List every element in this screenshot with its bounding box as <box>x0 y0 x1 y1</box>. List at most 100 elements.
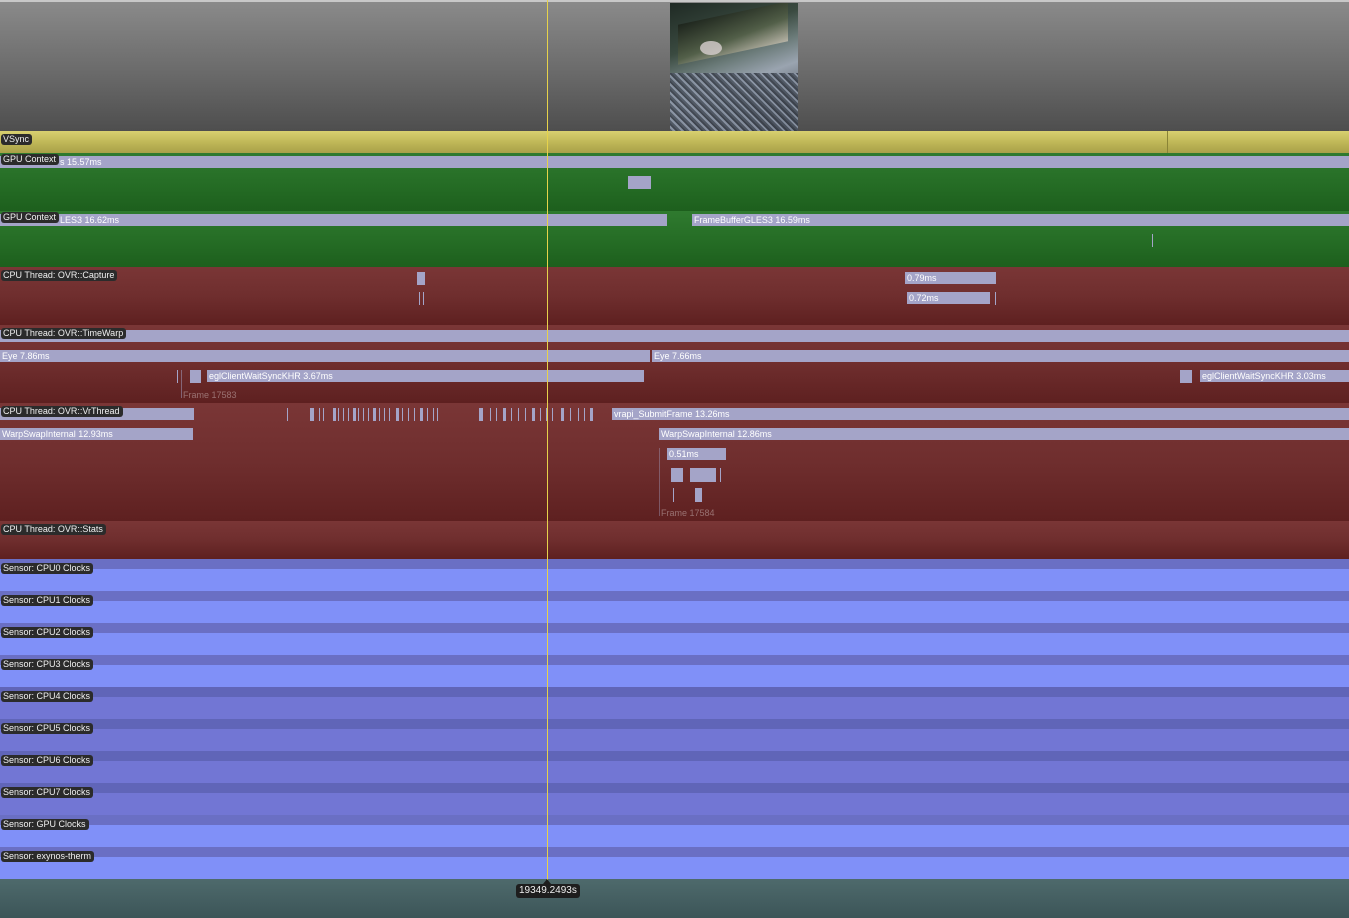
cpu-capture-lane: CPU Thread: OVR::Capture 0.79ms 0.72ms <box>0 267 1349 325</box>
sensor-label[interactable]: Sensor: CPU3 Clocks <box>1 659 94 670</box>
capture-event-small[interactable] <box>417 272 425 285</box>
vrthread-event-tick[interactable] <box>578 408 579 421</box>
vrthread-event-tick[interactable] <box>353 408 356 421</box>
vrthread-event-tick[interactable] <box>511 408 512 421</box>
frame-thumbnail[interactable] <box>670 3 798 131</box>
vrthread-event-tick[interactable] <box>437 408 438 421</box>
sub-event-small[interactable] <box>671 468 683 482</box>
cpu-stats-lane: CPU Thread: OVR::Stats <box>0 521 1349 559</box>
egl-wait-bar-2[interactable]: eglClientWaitSyncKHR 3.03ms <box>1200 370 1349 382</box>
vsync-tick <box>1167 131 1168 153</box>
vrthread-event-tick[interactable] <box>518 408 519 421</box>
sensor-lane: Sensor: CPU0 Clocks <box>0 559 1349 591</box>
vsync-lane: VSync <box>0 131 1349 153</box>
vrthread-event-tick[interactable] <box>408 408 409 421</box>
sub-event-small[interactable] <box>695 488 702 502</box>
vrthread-event-tick[interactable] <box>338 408 339 421</box>
gpu-context-label-1[interactable]: GPU Context <box>1 154 60 165</box>
vrthread-event-tick[interactable] <box>373 408 376 421</box>
cpu-capture-label[interactable]: CPU Thread: OVR::Capture <box>1 270 118 281</box>
sub-event-bar[interactable]: 0.51ms <box>667 448 726 460</box>
vrthread-event-tick[interactable] <box>313 408 314 421</box>
sensor-label[interactable]: Sensor: CPU6 Clocks <box>1 755 94 766</box>
egl-wait-bar-1[interactable]: eglClientWaitSyncKHR 3.67ms <box>207 370 644 382</box>
vrthread-event-tick[interactable] <box>348 408 349 421</box>
sensor-label[interactable]: Sensor: CPU2 Clocks <box>1 627 94 638</box>
timewarp-bar[interactable] <box>0 330 1349 342</box>
sensor-lane: Sensor: CPU3 Clocks <box>0 655 1349 687</box>
vrthread-event-tick[interactable] <box>287 408 288 421</box>
vrthread-event-tick[interactable] <box>368 408 369 421</box>
vrthread-event-tick[interactable] <box>414 408 415 421</box>
vrthread-event-tick[interactable] <box>496 408 497 421</box>
sensor-label[interactable]: Sensor: exynos-therm <box>1 851 95 862</box>
vrthread-event-tick[interactable] <box>379 408 380 421</box>
timeline-ruler[interactable] <box>0 879 1349 918</box>
vrthread-event-tick[interactable] <box>343 408 344 421</box>
warp-swap-bar-1[interactable]: WarpSwapInternal 12.93ms <box>0 428 193 440</box>
vrthread-event-tick[interactable] <box>420 408 423 421</box>
sensor-lane: Sensor: CPU7 Clocks <box>0 783 1349 815</box>
vrthread-event-tick[interactable] <box>333 408 336 421</box>
gpu-event-bar[interactable]: s 15.57ms <box>0 156 1349 168</box>
vrthread-event-tick[interactable] <box>482 408 483 421</box>
sub-event-tick <box>720 468 721 482</box>
vrthread-event-tick[interactable] <box>532 408 535 421</box>
sensor-label[interactable]: Sensor: CPU5 Clocks <box>1 723 94 734</box>
vrthread-event-tick[interactable] <box>540 408 541 421</box>
submit-frame-bar[interactable]: vrapi_SubmitFrame 13.26ms <box>612 408 1349 420</box>
vrthread-event-tick[interactable] <box>590 408 593 421</box>
gpu-context-lane-1: s 15.57ms GPU Context <box>0 153 1349 211</box>
screenshot-strip <box>0 0 1349 131</box>
vrthread-event-tick[interactable] <box>427 408 428 421</box>
eye-bar-1[interactable]: Eye 7.86ms <box>0 350 650 362</box>
vsync-label[interactable]: VSync <box>1 134 33 145</box>
vrthread-event-tick[interactable] <box>319 408 320 421</box>
capture-tick <box>995 292 996 305</box>
capture-event-bar-2[interactable]: 0.72ms <box>907 292 990 304</box>
cpu-vrthread-lane: CPU Thread: OVR::VrThread vrapi_SubmitFr… <box>0 403 1349 521</box>
vrthread-event-tick[interactable] <box>389 408 390 421</box>
vrthread-event-tick[interactable] <box>561 408 564 421</box>
vrthread-event-tick[interactable] <box>503 408 506 421</box>
vrthread-event-tick[interactable] <box>525 408 526 421</box>
vrthread-event-tick[interactable] <box>570 408 571 421</box>
sensor-lane: Sensor: CPU1 Clocks <box>0 591 1349 623</box>
capture-event-bar-1[interactable]: 0.79ms <box>905 272 996 284</box>
sensor-label[interactable]: Sensor: CPU7 Clocks <box>1 787 94 798</box>
vrthread-event-tick[interactable] <box>384 408 385 421</box>
warp-swap-bar-2[interactable]: WarpSwapInternal 12.86ms <box>659 428 1349 440</box>
vrthread-event-tick[interactable] <box>433 408 434 421</box>
sub-event-tick <box>673 488 674 502</box>
timewarp-small-event[interactable] <box>190 370 201 383</box>
timewarp-small-event[interactable] <box>1180 370 1192 383</box>
vrthread-event-tick[interactable] <box>552 408 553 421</box>
frame-label-17583: Frame 17583 <box>183 390 237 400</box>
vrthread-event-tick[interactable] <box>584 408 585 421</box>
sensor-label[interactable]: Sensor: CPU1 Clocks <box>1 595 94 606</box>
vrthread-event-tick[interactable] <box>396 408 399 421</box>
capture-tick <box>423 292 424 305</box>
sensor-label[interactable]: Sensor: CPU0 Clocks <box>1 563 94 574</box>
sensor-label[interactable]: Sensor: GPU Clocks <box>1 819 89 830</box>
time-cursor-line[interactable] <box>547 0 548 880</box>
vrthread-event-tick[interactable] <box>402 408 403 421</box>
gpu-small-event[interactable] <box>628 176 651 189</box>
sensor-lane: Sensor: CPU2 Clocks <box>0 623 1349 655</box>
vrthread-event-tick[interactable] <box>358 408 359 421</box>
eye-bar-2[interactable]: Eye 7.66ms <box>652 350 1349 362</box>
vrthread-event-tick[interactable] <box>490 408 491 421</box>
gpu-framebuffer-bar-1[interactable]: LES3 16.62ms <box>0 214 667 226</box>
cpu-stats-label[interactable]: CPU Thread: OVR::Stats <box>1 524 106 535</box>
gpu-framebuffer-bar-2[interactable]: FrameBufferGLES3 16.59ms <box>692 214 1349 226</box>
timewarp-tick <box>181 370 182 398</box>
sensor-label[interactable]: Sensor: CPU4 Clocks <box>1 691 94 702</box>
vrthread-event-tick[interactable] <box>323 408 324 421</box>
cpu-vrthread-label[interactable]: CPU Thread: OVR::VrThread <box>1 406 123 417</box>
gpu-context-label-2[interactable]: GPU Context <box>1 212 60 223</box>
cpu-timewarp-label[interactable]: CPU Thread: OVR::TimeWarp <box>1 328 127 339</box>
sensor-lane: Sensor: CPU5 Clocks <box>0 719 1349 751</box>
sub-event-small[interactable] <box>690 468 716 482</box>
cpu-timewarp-lane: CPU Thread: OVR::TimeWarp Eye 7.86ms Eye… <box>0 325 1349 403</box>
vrthread-event-tick[interactable] <box>363 408 364 421</box>
